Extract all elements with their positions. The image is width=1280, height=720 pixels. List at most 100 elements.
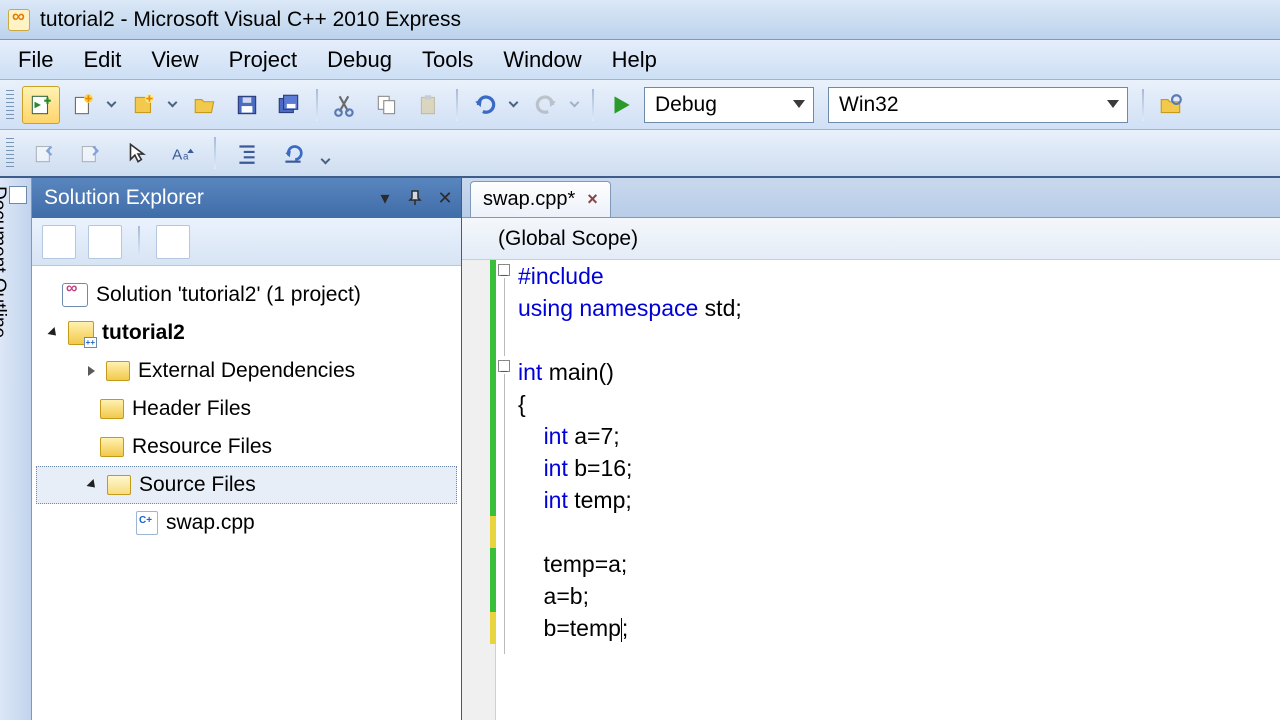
code-editor: swap.cpp* × (Global Scope)	[462, 178, 1280, 720]
chevron-down-icon	[1107, 100, 1119, 108]
separator	[316, 89, 318, 121]
separator	[138, 226, 140, 258]
toolbar-grip[interactable]	[6, 90, 14, 120]
indent-button[interactable]	[228, 134, 266, 172]
menu-help[interactable]: Help	[612, 47, 657, 73]
start-debug-button[interactable]	[602, 86, 640, 124]
outline-icon	[9, 186, 27, 204]
folder-label: Source Files	[139, 473, 256, 497]
toolbar-grip[interactable]	[6, 138, 14, 168]
fold-icon[interactable]	[498, 360, 510, 372]
window-title: tutorial2 - Microsoft Visual C++ 2010 Ex…	[40, 8, 461, 32]
scope-bar[interactable]: (Global Scope)	[462, 218, 1280, 260]
copy-button[interactable]	[368, 86, 406, 124]
app-icon	[8, 9, 30, 31]
outdent-button[interactable]	[274, 134, 312, 172]
file-label: swap.cpp	[166, 511, 255, 535]
solution-node[interactable]: Solution 'tutorial2' (1 project)	[36, 276, 457, 314]
separator	[592, 89, 594, 121]
outline-column[interactable]	[496, 260, 514, 720]
find-button[interactable]	[1152, 86, 1190, 124]
paste-button[interactable]	[410, 86, 448, 124]
menu-bar: File Edit View Project Debug Tools Windo…	[0, 40, 1280, 80]
workspace: Document Outline Solution Explorer ▾ ✕ S…	[0, 178, 1280, 720]
folder-icon	[100, 399, 124, 419]
save-all-button[interactable]	[270, 86, 308, 124]
menu-edit[interactable]: Edit	[83, 47, 121, 73]
solution-label: Solution 'tutorial2' (1 project)	[96, 283, 361, 307]
dropdown-icon[interactable]: ▾	[373, 186, 397, 210]
menu-tools[interactable]: Tools	[422, 47, 473, 73]
svg-text:A: A	[172, 147, 183, 164]
file-node[interactable]: swap.cpp	[36, 504, 457, 542]
menu-file[interactable]: File	[18, 47, 53, 73]
nav-back-button[interactable]	[26, 134, 64, 172]
expand-icon[interactable]	[84, 364, 98, 378]
cut-button[interactable]	[326, 86, 364, 124]
new-file-button[interactable]	[125, 86, 163, 124]
folder-node[interactable]: External Dependencies	[36, 352, 457, 390]
title-bar: tutorial2 - Microsoft Visual C++ 2010 Ex…	[0, 0, 1280, 40]
cpp-file-icon	[136, 511, 158, 535]
new-project-button[interactable]	[22, 86, 60, 124]
redo-button[interactable]	[527, 86, 565, 124]
open-button[interactable]	[186, 86, 224, 124]
config-value: Debug	[655, 93, 717, 117]
code-area[interactable]: #include using namespace std; int main()…	[462, 260, 1280, 720]
explorer-refresh-button[interactable]	[88, 225, 122, 259]
expand-icon[interactable]	[46, 326, 60, 340]
project-icon	[68, 321, 94, 345]
undo-button[interactable]	[466, 86, 504, 124]
cursor-select-button[interactable]	[118, 134, 156, 172]
editor-tabbar: swap.cpp* ×	[462, 178, 1280, 218]
menu-window[interactable]: Window	[503, 47, 581, 73]
code-margin	[462, 260, 496, 720]
menu-project[interactable]: Project	[229, 47, 297, 73]
explorer-toolbar	[32, 218, 461, 266]
folder-label: External Dependencies	[138, 359, 355, 383]
explorer-properties-button[interactable]	[156, 225, 190, 259]
doc-outline-label: Document Outline	[0, 186, 9, 338]
folder-node[interactable]: Resource Files	[36, 428, 457, 466]
dropdown-icon[interactable]	[321, 154, 331, 164]
menu-debug[interactable]: Debug	[327, 47, 392, 73]
dropdown-icon[interactable]	[570, 98, 580, 108]
config-combo[interactable]: Debug	[644, 87, 814, 123]
platform-combo[interactable]: Win32	[828, 87, 1128, 123]
expand-icon[interactable]	[85, 478, 99, 492]
folder-node[interactable]: Header Files	[36, 390, 457, 428]
secondary-toolbar: Aa	[0, 130, 1280, 178]
dropdown-icon[interactable]	[509, 98, 519, 108]
chevron-down-icon	[793, 100, 805, 108]
save-button[interactable]	[228, 86, 266, 124]
scope-label: (Global Scope)	[498, 227, 638, 251]
project-node[interactable]: tutorial2	[36, 314, 457, 352]
dropdown-icon[interactable]	[107, 98, 117, 108]
explorer-title: Solution Explorer	[44, 186, 204, 210]
document-outline-tab[interactable]: Document Outline	[0, 178, 32, 720]
folder-label: Header Files	[132, 397, 251, 421]
editor-tab[interactable]: swap.cpp* ×	[470, 181, 611, 217]
dropdown-icon[interactable]	[168, 98, 178, 108]
folder-icon	[100, 437, 124, 457]
fold-icon[interactable]	[498, 264, 510, 276]
font-size-button[interactable]: Aa	[164, 134, 202, 172]
folder-label: Resource Files	[132, 435, 272, 459]
project-label: tutorial2	[102, 321, 185, 345]
folder-open-icon	[107, 475, 131, 495]
folder-node-selected[interactable]: Source Files	[36, 466, 457, 504]
explorer-home-button[interactable]	[42, 225, 76, 259]
add-item-button[interactable]	[64, 86, 102, 124]
svg-text:a: a	[183, 152, 189, 163]
nav-fwd-button[interactable]	[72, 134, 110, 172]
platform-value: Win32	[839, 93, 899, 117]
pin-icon[interactable]	[403, 186, 427, 210]
folder-icon	[106, 361, 130, 381]
solution-tree[interactable]: Solution 'tutorial2' (1 project) tutoria…	[32, 266, 461, 720]
explorer-header[interactable]: Solution Explorer ▾ ✕	[32, 178, 461, 218]
menu-view[interactable]: View	[151, 47, 198, 73]
code-text[interactable]: #include using namespace std; int main()…	[514, 260, 742, 720]
close-icon[interactable]: ✕	[433, 186, 457, 210]
close-tab-icon[interactable]: ×	[587, 189, 598, 210]
solution-icon	[62, 283, 88, 307]
